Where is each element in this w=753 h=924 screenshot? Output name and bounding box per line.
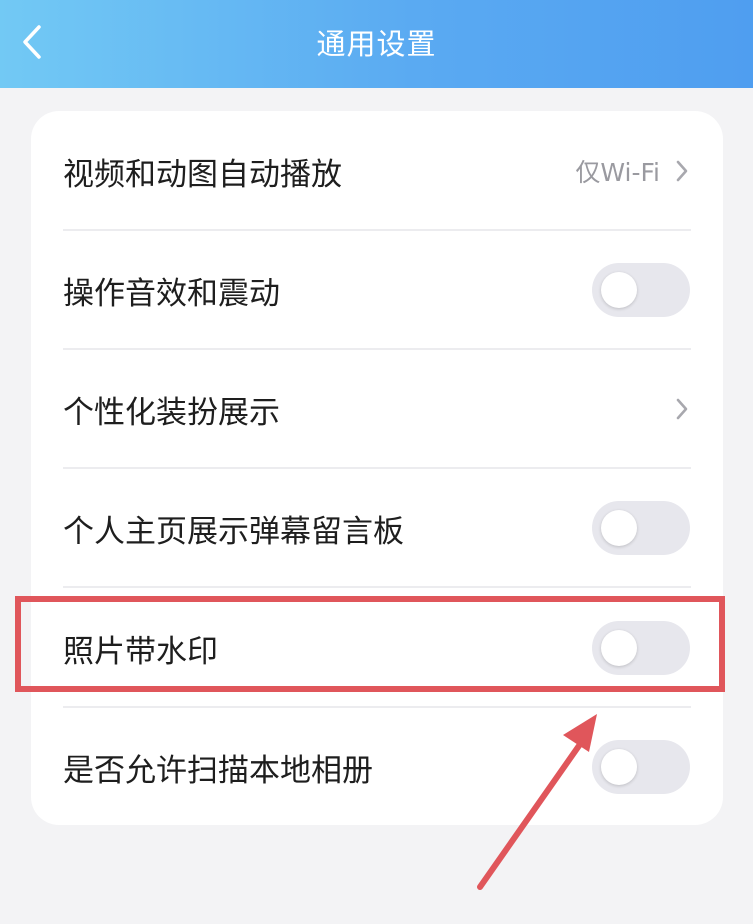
chevron-left-icon: [23, 25, 41, 59]
setting-sound-row: 操作音效和震动: [31, 230, 723, 350]
setting-scan-album-row: 是否允许扫描本地相册: [31, 707, 723, 827]
toggle-knob: [601, 630, 637, 666]
chevron-right-icon: [674, 396, 690, 422]
setting-label: 个人主页展示弹幕留言板: [63, 513, 404, 550]
setting-decoration-row[interactable]: 个性化装扮展示: [31, 349, 723, 469]
chevron-right-icon: [674, 158, 690, 184]
settings-page: 通用设置 视频和动图自动播放 仅Wi-Fi 操作音效和震动 个性化装扮展示 个人…: [0, 0, 753, 924]
setting-label: 是否允许扫描本地相册: [63, 752, 373, 789]
setting-label: 操作音效和震动: [63, 275, 280, 312]
toggle-knob: [601, 510, 637, 546]
setting-autoplay-row[interactable]: 视频和动图自动播放 仅Wi-Fi: [31, 111, 723, 231]
setting-label: 个性化装扮展示: [63, 394, 280, 431]
danmaku-board-toggle[interactable]: [592, 501, 690, 555]
setting-danmaku-row: 个人主页展示弹幕留言板: [31, 468, 723, 588]
setting-label: 照片带水印: [63, 633, 218, 670]
back-button[interactable]: [12, 20, 52, 64]
page-title: 通用设置: [316, 27, 437, 61]
sound-vibration-toggle[interactable]: [592, 263, 690, 317]
setting-value: 仅Wi-Fi: [575, 158, 660, 187]
setting-label: 视频和动图自动播放: [63, 156, 342, 193]
settings-card: 视频和动图自动播放 仅Wi-Fi 操作音效和震动 个性化装扮展示 个人主页展示弹…: [31, 111, 723, 825]
toggle-knob: [601, 272, 637, 308]
watermark-toggle[interactable]: [592, 621, 690, 675]
setting-watermark-row: 照片带水印: [31, 588, 723, 708]
scan-album-toggle[interactable]: [592, 740, 690, 794]
toggle-knob: [601, 749, 637, 785]
header-bar: 通用设置: [0, 0, 753, 88]
